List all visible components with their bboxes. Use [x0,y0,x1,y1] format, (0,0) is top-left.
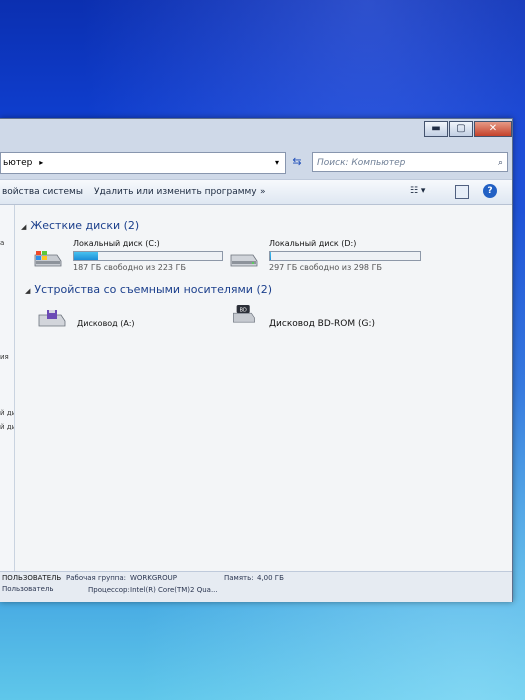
system-properties-button[interactable]: войства системы [2,180,83,204]
details-pane: ПОЛЬЗОВАТЕЛЬ Рабочая группа: WORKGROUP П… [0,571,512,602]
workgroup-label: Рабочая группа: [66,574,127,582]
nav-item[interactable]: ия [0,353,9,361]
search-placeholder: Поиск: Компьютер [317,158,406,168]
drive-usage-fill [74,252,98,260]
caption-buttons: ▬ ▢ ✕ [423,121,512,137]
navigation-pane: а ия й диск (C й диск (D [0,205,15,571]
memory-label: Память: [224,574,254,582]
drive-c[interactable]: Локальный диск (C:) 187 ГБ свободно из 2… [33,239,223,275]
breadcrumb-arrow-icon[interactable]: ▸ [39,158,43,167]
bd-rom-drive-icon: BD [233,305,255,323]
bd-logo-text: BD [240,308,247,314]
drive-d[interactable]: Локальный диск (D:) 297 ГБ свободно из 2… [229,239,429,275]
group-hard-disks[interactable]: ◢ Жесткие диски (2) [21,219,139,232]
nav-item-drive-d[interactable]: й диск (D [0,423,14,431]
minimize-button[interactable]: ▬ [424,121,448,137]
help-button[interactable]: ? [483,184,497,198]
drives-view: ◢ Жесткие диски (2) Локальный диск (C:) 1… [15,205,512,571]
collapse-icon[interactable]: ◢ [21,223,26,231]
drive-label: Локальный диск (C:) [73,239,160,248]
group-title: Жесткие диски (2) [30,219,140,232]
collapse-icon[interactable]: ◢ [25,287,30,295]
change-view-button[interactable]: ☷ ▾ [410,185,432,197]
floppy-drive-icon [38,310,66,327]
address-path: ьютер [3,158,33,168]
nav-item-drive-c[interactable]: й диск (C [0,409,14,417]
drive-a[interactable]: Дисковод (A:) [37,307,197,339]
address-bar: ьютер ▸ ▾ ⇆ Поиск: Компьютер ⌕ [0,152,512,174]
user-label: Пользователь [2,585,54,593]
more-commands-button[interactable]: » [260,180,266,204]
memory-value: 4,00 ГБ [257,574,284,582]
drive-usage-bar [269,251,421,261]
workgroup-value: WORKGROUP [130,574,178,582]
search-input[interactable]: Поиск: Компьютер ⌕ [312,152,508,172]
drive-free-space: 187 ГБ свободно из 223 ГБ [73,263,186,272]
drive-label: Дисковод BD-ROM (G:) [269,319,376,329]
close-button[interactable]: ✕ [474,121,512,137]
hard-drive-icon [230,254,258,267]
address-dropdown-icon[interactable]: ▾ [275,153,279,173]
drive-g[interactable]: BD Дисковод BD-ROM (G:) [229,303,419,339]
maximize-button[interactable]: ▢ [449,121,473,137]
command-bar: войства системы Удалить или изменить про… [0,179,512,205]
group-removable-storage[interactable]: ◢ Устройства со съемными носителями (2) [25,283,272,296]
drive-free-space: 297 ГБ свободно из 298 ГБ [269,263,382,272]
nav-item[interactable]: а [0,239,4,247]
computer-name: ПОЛЬЗОВАТЕЛЬ [2,574,62,582]
processor-value: Intel(R) Core(TM)2 Qua... [130,586,218,594]
drive-label: Локальный диск (D:) [269,239,357,248]
explorer-window: ▬ ▢ ✕ ьютер ▸ ▾ ⇆ Поиск: Компьютер ⌕ вой… [0,118,513,602]
group-title: Устройства со съемными носителями (2) [34,283,273,296]
drive-usage-fill [270,252,271,260]
drive-label: Дисковод (A:) [77,319,135,328]
uninstall-program-button[interactable]: Удалить или изменить программу [94,180,257,204]
address-field[interactable]: ьютер ▸ ▾ [0,152,286,174]
search-icon[interactable]: ⌕ [498,153,503,173]
processor-label: Процессор: [88,586,130,594]
drive-usage-bar [73,251,223,261]
refresh-icon[interactable]: ⇆ [288,154,306,170]
preview-pane-button[interactable] [455,185,469,199]
windows-drive-icon [34,251,62,267]
